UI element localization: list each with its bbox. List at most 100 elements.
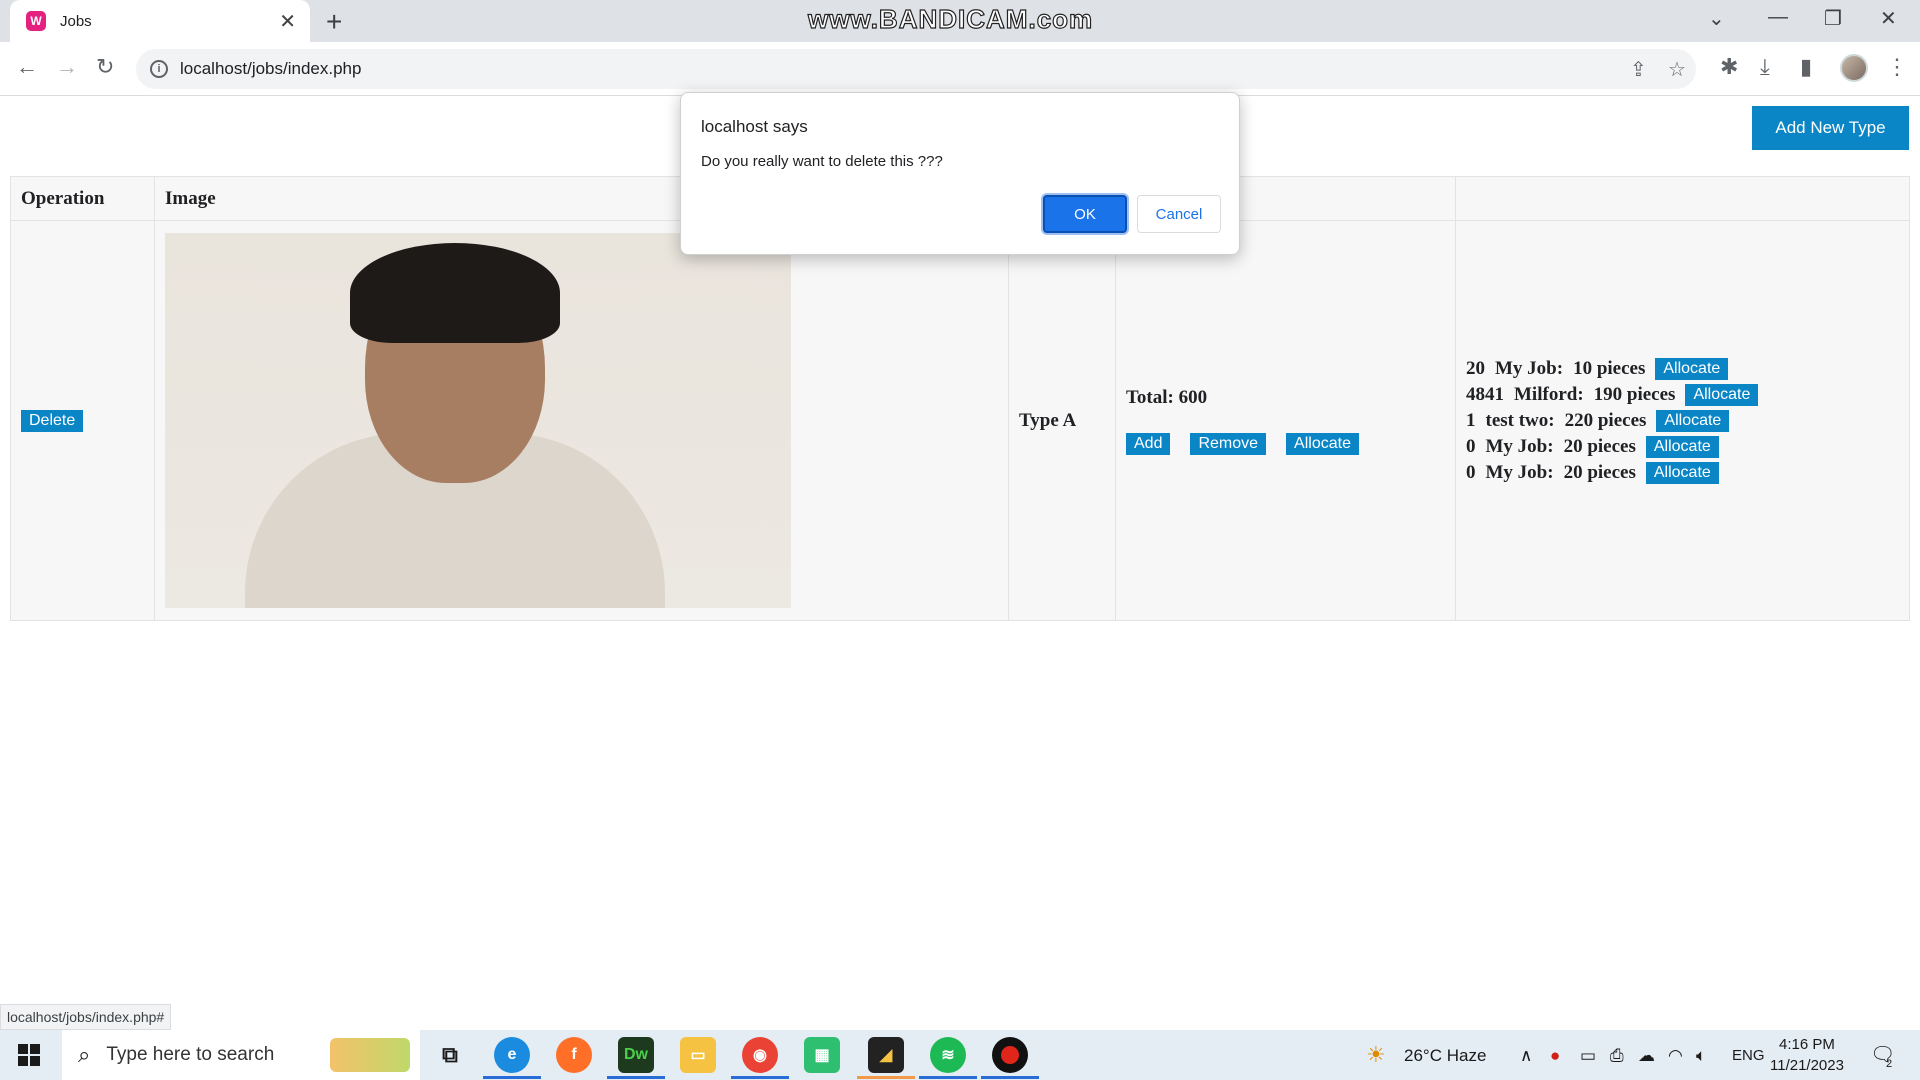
dialog-cancel-button[interactable]: Cancel (1137, 195, 1221, 233)
allocation-allocate-button[interactable]: Allocate (1645, 435, 1719, 458)
dreamweaver-icon[interactable]: Dw (618, 1037, 654, 1073)
allocation-allocate-button[interactable]: Allocate (1645, 461, 1719, 484)
operation-cell: Delete (10, 220, 155, 621)
allocation-job: test two: (1485, 409, 1555, 431)
tray-record-icon[interactable]: ● (1550, 1046, 1560, 1066)
back-icon[interactable]: ← (16, 54, 38, 80)
allocation-row: 4841 Milford: 190 pieces Allocate (1466, 383, 1909, 406)
allocation-qty: 20 (1466, 357, 1485, 379)
allocation-job: My Job: (1485, 461, 1554, 483)
allocation-allocate-button[interactable]: Allocate (1656, 409, 1730, 432)
address-bar[interactable]: i localhost/jobs/index.php ⇪ ☆ (136, 49, 1696, 89)
calculator-icon[interactable]: ▦ (804, 1037, 840, 1073)
firefox-icon[interactable]: f (556, 1037, 592, 1073)
windows-start-icon[interactable] (18, 1044, 40, 1066)
edge-active-indicator (483, 1076, 541, 1079)
tab-close-icon[interactable]: ✕ (279, 9, 296, 34)
type-label: Type A (1019, 409, 1077, 431)
allocate-button[interactable]: Allocate (1286, 432, 1359, 455)
windows-taskbar: ⌕ Type here to search ⧉ e f Dw ▭ ◉ ▦ ◢ ≋… (0, 1030, 1920, 1080)
chrome-icon[interactable]: ◉ (742, 1037, 778, 1073)
allocation-row: 1 test two: 220 pieces Allocate (1466, 409, 1909, 432)
allocation-list: 20 My Job: 10 pieces Allocate 4841 Milford: 19… (1466, 357, 1909, 484)
add-new-type-button[interactable]: Add New Type (1752, 106, 1909, 150)
site-info-icon[interactable]: i (150, 60, 168, 78)
extensions-icon[interactable]: ✱ (1720, 54, 1738, 80)
bandicam-record-icon[interactable] (992, 1037, 1028, 1073)
recording-watermark: www.BANDICAM.com (807, 3, 1094, 34)
bookmark-star-icon[interactable]: ☆ (1668, 57, 1686, 82)
tab-strip: W Jobs ✕ + www.BANDICAM.com ⌄ — ❐ ✕ (0, 0, 1920, 42)
search-placeholder: Type here to search (106, 1044, 275, 1065)
allocation-job: My Job: (1495, 357, 1564, 379)
browser-tab[interactable]: W Jobs ✕ (10, 0, 310, 42)
photo-hair-shape (350, 243, 560, 343)
profile-avatar[interactable] (1840, 54, 1868, 82)
battery-icon[interactable]: ▭ (1580, 1046, 1596, 1066)
spotify-icon[interactable]: ≋ (930, 1037, 966, 1073)
job-photo (165, 233, 791, 608)
reload-icon[interactable]: ↻ (96, 54, 114, 80)
edge-icon[interactable]: e (494, 1037, 530, 1073)
allocation-qty: 0 (1466, 435, 1476, 457)
total-label: Total: 600 (1126, 386, 1208, 408)
status-bar-link: localhost/jobs/index.php# (0, 1004, 172, 1030)
sticky-active-indicator (857, 1076, 915, 1079)
wifi-icon[interactable]: ◠ (1668, 1046, 1683, 1066)
clock-date: 11/21/2023 (1770, 1057, 1844, 1074)
delete-button[interactable]: Delete (21, 410, 84, 432)
weather-text[interactable]: 26°C Haze (1404, 1046, 1486, 1066)
taskbar-clock[interactable]: 4:16 PM 11/21/2023 (1770, 1034, 1844, 1076)
tab-search-chevron-icon[interactable]: ⌄ (1708, 6, 1725, 31)
dialog-title: localhost says (701, 117, 808, 136)
allocations-cell: 20 My Job: 10 pieces Allocate 4841 Milford: 19… (1455, 220, 1910, 621)
allocation-job: Milford: (1514, 383, 1584, 405)
browser-toolbar: ← → ↻ i localhost/jobs/index.php ⇪ ☆ ✱ ⤓… (0, 42, 1920, 96)
forward-icon[interactable]: → (56, 54, 78, 80)
allocation-allocate-button[interactable]: Allocate (1685, 383, 1759, 406)
column-header-operation: Operation (10, 176, 155, 221)
allocation-row: 0 My Job: 20 pieces Allocate (1466, 461, 1909, 484)
confirm-dialog: localhost says Do you really want to del… (680, 92, 1240, 255)
volume-icon[interactable]: 🔈︎ (1696, 1046, 1706, 1066)
allocation-row: 20 My Job: 10 pieces Allocate (1466, 357, 1909, 380)
type-cell: Type A (1008, 220, 1116, 621)
download-icon[interactable]: ⤓ (1760, 54, 1770, 80)
allocation-qty: 1 (1466, 409, 1476, 431)
allocation-allocate-button[interactable]: Allocate (1655, 357, 1729, 380)
task-view-icon[interactable]: ⧉ (432, 1037, 468, 1073)
allocation-pieces: 10 pieces (1573, 357, 1646, 379)
onedrive-cloud-icon[interactable]: ☁ (1638, 1046, 1655, 1066)
url-text: localhost/jobs/index.php (180, 59, 362, 78)
file-explorer-icon[interactable]: ▭ (680, 1037, 716, 1073)
tray-expand-chevron-icon[interactable]: ∧ (1520, 1046, 1532, 1066)
image-cell (154, 220, 1009, 621)
taskbar-search-box[interactable]: ⌕ Type here to search (62, 1030, 420, 1080)
allocation-qty: 4841 (1466, 383, 1504, 405)
dreamweaver-active-indicator (607, 1076, 665, 1079)
allocation-pieces: 190 pieces (1593, 383, 1676, 405)
meet-now-icon[interactable]: ⎙ (1610, 1046, 1624, 1066)
dialog-message: Do you really want to delete this ??? (701, 153, 943, 170)
sticky-notes-icon[interactable]: ◢ (868, 1037, 904, 1073)
remove-button[interactable]: Remove (1190, 432, 1267, 455)
share-icon[interactable]: ⇪ (1630, 57, 1647, 82)
menu-kebab-icon[interactable]: ⋮ (1886, 54, 1908, 80)
clock-time: 4:16 PM (1779, 1036, 1835, 1053)
new-tab-icon[interactable]: + (326, 6, 342, 38)
tab-favicon-icon: W (26, 11, 46, 31)
total-cell: Total: 600 Add Remove Allocate (1115, 220, 1456, 621)
weather-icon[interactable]: ☀ (1366, 1042, 1386, 1068)
table-row: Delete Type A Total: 600 Add Remove Allo… (10, 220, 1910, 621)
search-highlight-art-icon (330, 1038, 410, 1072)
tab-title: Jobs (60, 12, 92, 30)
window-close-icon[interactable]: ✕ (1880, 6, 1897, 31)
restore-icon[interactable]: ❐ (1824, 6, 1842, 31)
side-panel-icon[interactable]: ▮ (1800, 54, 1812, 80)
language-indicator[interactable]: ENG (1732, 1047, 1765, 1064)
search-icon: ⌕ (78, 1042, 91, 1067)
add-button[interactable]: Add (1126, 432, 1171, 455)
notification-count: 2 (1886, 1058, 1893, 1070)
minimize-icon[interactable]: — (1768, 6, 1788, 29)
dialog-ok-button[interactable]: OK (1043, 195, 1127, 233)
